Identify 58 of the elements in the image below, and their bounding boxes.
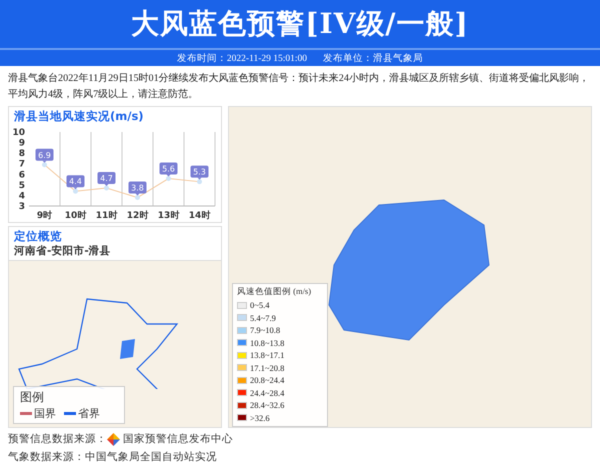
y-tick-label: 10 bbox=[12, 128, 25, 138]
data-point bbox=[166, 176, 171, 182]
location-path: 河南省-安阳市-滑县 bbox=[13, 244, 112, 259]
y-tick-label: 8 bbox=[18, 149, 25, 160]
data-label: 5.6 bbox=[162, 164, 175, 174]
legend-title: 图例 bbox=[20, 389, 45, 406]
legend-label: 5.4~7.9 bbox=[250, 312, 276, 323]
legend-label: 13.8~17.1 bbox=[250, 350, 284, 360]
y-tick-label: 4 bbox=[18, 191, 25, 202]
data-label: 3.8 bbox=[128, 182, 146, 196]
y-tick-label: 5 bbox=[18, 180, 25, 191]
x-tick-label: 14时 bbox=[188, 211, 210, 221]
data-point bbox=[73, 188, 78, 194]
data-label: 5.3 bbox=[190, 166, 208, 180]
legend-label: 17.1~20.8 bbox=[250, 362, 284, 373]
legend-label: >32.6 bbox=[250, 412, 270, 423]
source-label: 预警信息数据来源： bbox=[8, 432, 107, 446]
legend-label: 0~5.4 bbox=[250, 300, 270, 310]
publish-time: 发布时间：2022-11-29 15:01:00 bbox=[176, 52, 308, 64]
data-label: 6.9 bbox=[38, 150, 51, 160]
diamond-logo-icon bbox=[107, 432, 120, 446]
x-tick-label: 9时 bbox=[36, 211, 52, 221]
publish-unit: 发布单位：滑县气象局 bbox=[323, 52, 424, 64]
legend-item: 省界 bbox=[64, 406, 100, 421]
y-tick-label: 7 bbox=[18, 160, 25, 170]
data-label: 5.3 bbox=[193, 168, 206, 177]
data-label: 4.7 bbox=[100, 174, 113, 184]
source-label: 气象数据来源： bbox=[8, 450, 85, 464]
source-value: 中国气象局全国自动站实况 bbox=[85, 450, 217, 464]
y-tick-label: 6 bbox=[18, 170, 25, 180]
legend-label: 28.4~32.6 bbox=[250, 400, 284, 410]
data-label: 5.6 bbox=[160, 162, 178, 177]
data-label: 4.4 bbox=[66, 175, 84, 190]
legend-label: 10.8~13.8 bbox=[250, 338, 284, 348]
warning-description: 滑县气象台2022年11月29日15时01分继续发布大风蓝色预警信号：预计未来24小时内，滑县城区及所辖乡镇、街道将受偏北风影响，平均风力4级，阵风7级以上，请注意防范。 bbox=[7, 72, 590, 102]
x-tick-label: 13时 bbox=[158, 211, 180, 221]
legend-label: 20.8~24.4 bbox=[250, 375, 284, 386]
legend-title: 风速色值图例 (m/s) bbox=[237, 286, 312, 298]
legend-label: 7.9~10.8 bbox=[250, 325, 280, 336]
data-label: 4.7 bbox=[98, 172, 116, 186]
source-value: 国家预警信息发布中心 bbox=[123, 432, 233, 446]
x-tick-label: 10时 bbox=[64, 211, 86, 221]
card-title: 滑县当地风速实况(m/s) bbox=[13, 108, 145, 124]
warning-title: 大风蓝色预警[IV级/一般] bbox=[131, 6, 469, 42]
data-label: 3.8 bbox=[131, 184, 144, 193]
data-point bbox=[135, 195, 140, 200]
y-tick-label: 9 bbox=[18, 138, 25, 149]
legend-label: 24.4~28.4 bbox=[250, 388, 284, 398]
x-tick-label: 11时 bbox=[96, 211, 118, 221]
data-point bbox=[104, 186, 109, 191]
data-point bbox=[197, 179, 202, 184]
card-title: 定位概览 bbox=[12, 228, 63, 244]
data-label: 6.9 bbox=[36, 148, 54, 163]
legend-item: 国界 bbox=[20, 406, 56, 421]
data-label: 4.4 bbox=[69, 177, 82, 186]
y-tick-label: 3 bbox=[18, 202, 25, 212]
x-tick-label: 12时 bbox=[126, 211, 148, 221]
data-point bbox=[42, 162, 47, 168]
